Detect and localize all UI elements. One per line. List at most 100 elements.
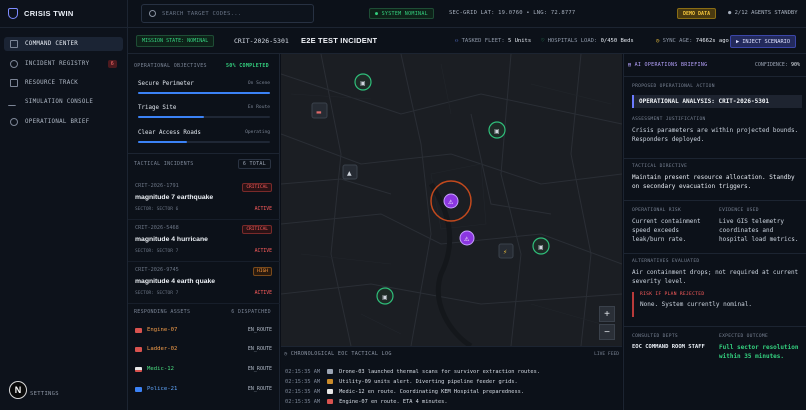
- asset-name: Medic-12: [147, 366, 174, 372]
- asset-name: Police-21: [147, 386, 178, 392]
- incident-card[interactable]: CRIT-2026-1791 CRITICAL magnitude 7 eart…: [128, 178, 280, 220]
- severity-badge: CRITICAL: [242, 183, 272, 192]
- document-icon: ▤: [628, 62, 635, 68]
- agents-status: ● 2/12 AGENTS STANDBY: [728, 10, 798, 16]
- sidebar-item-label: SIMULATION CONSOLE: [25, 99, 94, 105]
- incident-card-title: magnitude 7 earthquake: [135, 194, 214, 201]
- proposed-action-box: OPERATIONAL ANALYSIS: CRIT-2026-5301: [632, 95, 802, 108]
- clock-icon: ◷: [656, 38, 663, 44]
- severity-badge: HIGH: [253, 267, 272, 276]
- tasked-fleet-stat: ⚇ TASKED FLEET: 5 Units: [455, 38, 531, 44]
- incident-card[interactable]: CRIT-2026-9745 HIGH magnitude 4 earth qu…: [128, 262, 280, 304]
- zoom-in-button[interactable]: +: [599, 306, 615, 322]
- left-panel: OPERATIONAL OBJECTIVES 50% COMPLETED Sec…: [128, 54, 280, 410]
- risk-section: OPERATIONAL RISK Current containment spe…: [632, 208, 714, 244]
- severity-badge: CRITICAL: [242, 225, 272, 234]
- incident-card-id: CRIT-2026-9745: [135, 267, 179, 273]
- incident-card-id: CRIT-2026-5468: [135, 225, 179, 231]
- objective-item: Triage Site En Route: [138, 105, 270, 118]
- sidebar-item-command-center[interactable]: COMMAND CENTER: [4, 37, 123, 51]
- svg-text:⚠: ⚠: [448, 199, 454, 206]
- confidence-label: CONFIDENCE:: [754, 62, 788, 68]
- proposed-label: PROPOSED OPERATIONAL ACTION: [632, 84, 715, 89]
- svg-text:⚡: ⚡: [503, 249, 507, 256]
- incident-card-id: CRIT-2026-1791: [135, 183, 179, 189]
- incident-card[interactable]: CRIT-2026-5468 CRITICAL magnitude 4 hurr…: [128, 220, 280, 262]
- sync-label: SYNC AGE:: [662, 38, 693, 44]
- search-icon: [149, 10, 156, 17]
- asset-status: EN_ROUTE: [247, 386, 272, 392]
- sync-value: 74662s ago: [695, 38, 729, 44]
- sidebar-item-simulation-console[interactable]: SIMULATION CONSOLE: [4, 95, 123, 109]
- asset-row[interactable]: Police-21 EN_ROUTE: [128, 383, 280, 399]
- mission-state-label: MISSION STATE: NOMINAL: [142, 38, 209, 44]
- log-entry: 02:15:35 AM Drone-03 launched thermal sca…: [285, 369, 540, 375]
- settings-link[interactable]: SETTINGS: [30, 391, 59, 397]
- briefing-title: ▤ AI OPERATIONS BRIEFING: [628, 62, 707, 68]
- log-time: 02:15:35 AM: [285, 379, 321, 385]
- zoom-out-button[interactable]: −: [599, 324, 615, 340]
- inject-scenario-button[interactable]: ▶ INJECT SCENARIO: [730, 35, 797, 48]
- log-time: 02:15:35 AM: [285, 399, 321, 405]
- heart-icon: ♡: [541, 38, 548, 44]
- confidence: CONFIDENCE: 90%: [755, 62, 800, 68]
- mission-state-badge: MISSION STATE: NOMINAL: [136, 35, 215, 47]
- evidence-label: EVIDENCE USED: [719, 208, 759, 213]
- sidebar-item-operational-brief[interactable]: OPERATIONAL BRIEF: [4, 115, 123, 129]
- directive-text: Maintain present resource allocation. St…: [632, 174, 795, 190]
- divider: [624, 253, 806, 254]
- incident-header: MISSION STATE: NOMINAL CRIT-2026-5301 E2…: [128, 28, 806, 54]
- divider: [624, 326, 806, 327]
- sync-age-stat: ◷ SYNC AGE: 74662s ago: [656, 38, 729, 44]
- system-status-badge: ● SYSTEM NOMINAL: [369, 8, 434, 19]
- justification-label: ASSESSMENT JUSTIFICATION: [632, 117, 706, 122]
- svg-text:▣: ▣: [382, 294, 388, 301]
- hospitals-load-stat: ♡ HOSPITALS LOAD: 0/450 Beds: [541, 38, 634, 44]
- alternatives-section: ALTERNATIVES EVALUATED Air containment d…: [632, 259, 802, 286]
- sidebar-item-incident-registry[interactable]: INCIDENT REGISTRY 6: [4, 57, 123, 71]
- search-input[interactable]: SEARCH TARGET CODES...: [141, 4, 314, 23]
- tactical-log: ◷ CHRONOLOGICAL EOC TACTICAL LOG LIVE FE…: [281, 346, 622, 410]
- topbar: SEARCH TARGET CODES... ● SYSTEM NOMINAL …: [128, 0, 806, 28]
- brand-title: CRISIS TWIN: [24, 9, 74, 18]
- sidebar-item-label: INCIDENT REGISTRY: [25, 61, 90, 67]
- objective-progress-bar: [138, 141, 270, 143]
- log-entry: 02:15:35 AM Utility-09 units alert. Diver…: [285, 379, 518, 385]
- consulted-label: CONSULTED DEPTS: [632, 334, 678, 339]
- tactical-map[interactable]: ▣ ▣ ▣ ▣ ▬ ▲ ⚡ ⚠ ⚠ + −: [281, 54, 622, 346]
- sidebar: CRISIS TWIN COMMAND CENTER INCIDENT REGI…: [0, 0, 128, 410]
- incident-card-sector: SECTOR: SECTOR 6: [135, 207, 179, 212]
- consulted-value: EOC COMMAND ROOM STAFF: [632, 344, 705, 350]
- confidence-value: 90%: [790, 62, 800, 68]
- users-icon: ⚇: [455, 38, 462, 44]
- outcome-section: EXPECTED OUTCOME Full sector resolution …: [719, 334, 803, 361]
- objective-status: Operating: [245, 130, 270, 135]
- log-title-text: CHRONOLOGICAL EOC TACTICAL LOG: [290, 351, 392, 357]
- alternatives-label: ALTERNATIVES EVALUATED: [632, 259, 700, 264]
- outcome-label: EXPECTED OUTCOME: [719, 334, 769, 339]
- objectives-title: OPERATIONAL OBJECTIVES: [134, 63, 207, 69]
- log-text: Engine-07 en route. ETA 4 minutes.: [339, 399, 448, 405]
- asset-row[interactable]: Medic-12 EN_ROUTE: [128, 363, 280, 379]
- ai-briefing-panel: ▤ AI OPERATIONS BRIEFING CONFIDENCE: 90%…: [623, 54, 806, 410]
- asset-row[interactable]: Ladder-02 EN_ROUTE: [128, 343, 280, 359]
- brand: CRISIS TWIN: [0, 0, 127, 28]
- demo-data-badge[interactable]: DEMO DATA: [677, 8, 717, 19]
- sidebar-item-resource-track[interactable]: RESOURCE TRACK: [4, 76, 123, 90]
- svg-text:▣: ▣: [538, 244, 544, 251]
- log-entry: 02:15:35 AM Medic-12 en route. Coordinati…: [285, 389, 524, 395]
- asset-row[interactable]: Engine-07 EN_ROUTE: [128, 324, 280, 340]
- objective-progress-bar: [138, 92, 270, 94]
- objective-status: On Scene: [247, 81, 270, 86]
- incident-card-status: ACTIVE: [254, 207, 272, 212]
- incident-card-title: magnitude 4 hurricane: [135, 236, 208, 243]
- avatar[interactable]: N: [9, 381, 27, 399]
- justification-text: Crisis parameters are within projected b…: [632, 127, 799, 143]
- shield-logo-icon: [8, 8, 18, 19]
- clock-icon: ◷: [284, 351, 291, 357]
- incidents-total-badge: 6 TOTAL: [237, 159, 271, 169]
- evidence-text: Live GIS telemetry coordinates and hospi…: [719, 218, 799, 243]
- assets-dispatched: 6 DISPATCHED: [231, 309, 271, 315]
- objectives-completed: 50% COMPLETED: [225, 63, 269, 69]
- rejection-risk-box: RISK IF PLAN REJECTED None. System curre…: [632, 292, 802, 317]
